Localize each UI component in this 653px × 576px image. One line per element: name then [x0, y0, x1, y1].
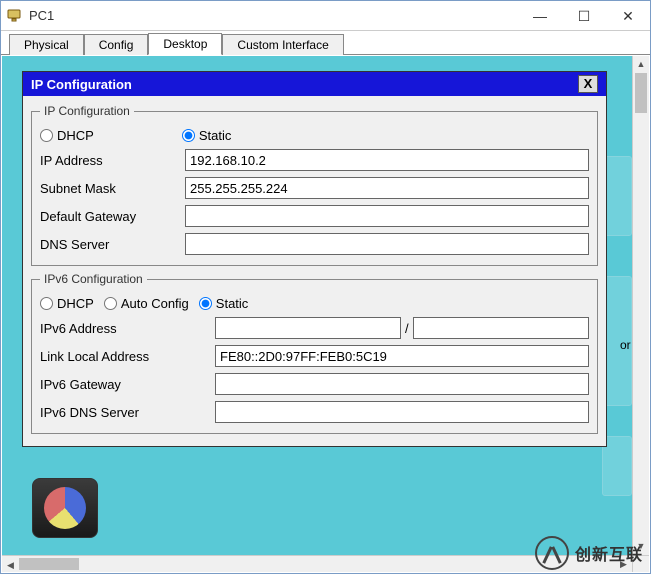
ipv6-address-row: IPv6 Address /: [40, 317, 589, 339]
ipv6-prefix-slash: /: [401, 321, 413, 336]
ipv4-mode-radios: DHCP Static: [40, 128, 589, 143]
dialog-title-bar: IP Configuration X: [23, 72, 606, 96]
application-window: PC1 — ☐ ✕ Physical Config Desktop Custom…: [0, 0, 651, 574]
ipv6-static-option[interactable]: Static: [199, 296, 249, 311]
ip-address-label: IP Address: [40, 153, 185, 168]
title-bar: PC1 — ☐ ✕: [1, 1, 650, 31]
window-title: PC1: [29, 8, 54, 23]
ipv4-dhcp-option[interactable]: DHCP: [40, 128, 94, 143]
close-button[interactable]: ✕: [606, 1, 650, 31]
link-local-input[interactable]: [215, 345, 589, 367]
ipv6-legend: IPv6 Configuration: [40, 272, 147, 286]
ipv6-gateway-input[interactable]: [215, 373, 589, 395]
ipv6-static-radio[interactable]: [199, 297, 212, 310]
link-local-label: Link Local Address: [40, 349, 215, 364]
pie-chart-icon: [44, 487, 86, 529]
tab-custom[interactable]: Custom Interface: [222, 34, 343, 55]
ipv4-static-label: Static: [199, 128, 232, 143]
minimize-button[interactable]: —: [518, 1, 562, 31]
window-buttons: — ☐ ✕: [518, 1, 650, 30]
dns-server-label: DNS Server: [40, 237, 185, 252]
subnet-mask-row: Subnet Mask: [40, 177, 589, 199]
pc-icon: [7, 9, 23, 23]
side-text-fragment: or: [620, 338, 631, 352]
ipv6-address-input[interactable]: [215, 317, 401, 339]
ipv4-static-option[interactable]: Static: [182, 128, 232, 143]
tab-physical[interactable]: Physical: [9, 34, 84, 55]
scroll-thumb-horizontal[interactable]: [19, 558, 79, 570]
ipv6-dhcp-label: DHCP: [57, 296, 94, 311]
maximize-button[interactable]: ☐: [562, 1, 606, 31]
dns-server-row: DNS Server: [40, 233, 589, 255]
ipv6-auto-option[interactable]: Auto Config: [104, 296, 189, 311]
ipv6-dns-row: IPv6 DNS Server: [40, 401, 589, 423]
tab-config[interactable]: Config: [84, 34, 149, 55]
ipv6-gateway-label: IPv6 Gateway: [40, 377, 215, 392]
dns-server-input[interactable]: [185, 233, 589, 255]
ipv4-dhcp-label: DHCP: [57, 128, 94, 143]
ipv6-address-label: IPv6 Address: [40, 321, 215, 336]
ipv4-dhcp-radio[interactable]: [40, 129, 53, 142]
ipv6-auto-label: Auto Config: [121, 296, 189, 311]
tab-bar: Physical Config Desktop Custom Interface: [1, 31, 650, 55]
tab-desktop[interactable]: Desktop: [148, 33, 222, 55]
dialog-title: IP Configuration: [31, 77, 132, 92]
ipv6-dhcp-radio[interactable]: [40, 297, 53, 310]
logo-mark-icon: [535, 536, 569, 570]
dialog-close-button[interactable]: X: [578, 75, 598, 93]
default-gateway-row: Default Gateway: [40, 205, 589, 227]
default-gateway-input[interactable]: [185, 205, 589, 227]
ipv6-dns-label: IPv6 DNS Server: [40, 405, 215, 420]
desktop-workspace: or IP Configuration X IP Configuration D…: [2, 56, 649, 572]
scroll-left-button[interactable]: ◀: [2, 557, 19, 572]
ipv6-mode-radios: DHCP Auto Config Static: [40, 296, 589, 311]
link-local-row: Link Local Address: [40, 345, 589, 367]
ipv4-legend: IP Configuration: [40, 104, 134, 118]
default-gateway-label: Default Gateway: [40, 209, 185, 224]
app-icon-frame: [32, 478, 98, 538]
subnet-mask-label: Subnet Mask: [40, 181, 185, 196]
ipv6-dns-input[interactable]: [215, 401, 589, 423]
dialog-body: IP Configuration DHCP Static IP Address …: [23, 96, 606, 446]
ip-address-input[interactable]: [185, 149, 589, 171]
desktop-app-icon[interactable]: [32, 478, 100, 544]
ipv4-static-radio[interactable]: [182, 129, 195, 142]
ip-address-row: IP Address: [40, 149, 589, 171]
scroll-thumb-vertical[interactable]: [635, 73, 647, 113]
ipv6-fieldset: IPv6 Configuration DHCP Auto Config Stat…: [31, 272, 598, 434]
logo-text: 创新互联: [575, 541, 643, 565]
vertical-scrollbar[interactable]: ▲ ▼: [632, 56, 649, 555]
ipv6-prefix-input[interactable]: [413, 317, 589, 339]
ipv6-auto-radio[interactable]: [104, 297, 117, 310]
title-bar-left: PC1: [7, 8, 54, 23]
watermark-logo: 创新互联: [535, 536, 643, 570]
ipv6-static-label: Static: [216, 296, 249, 311]
ip-config-dialog: IP Configuration X IP Configuration DHCP…: [22, 71, 607, 447]
scroll-up-button[interactable]: ▲: [633, 56, 649, 73]
ipv6-dhcp-option[interactable]: DHCP: [40, 296, 94, 311]
ipv4-fieldset: IP Configuration DHCP Static IP Address …: [31, 104, 598, 266]
subnet-mask-input[interactable]: [185, 177, 589, 199]
ipv6-gateway-row: IPv6 Gateway: [40, 373, 589, 395]
